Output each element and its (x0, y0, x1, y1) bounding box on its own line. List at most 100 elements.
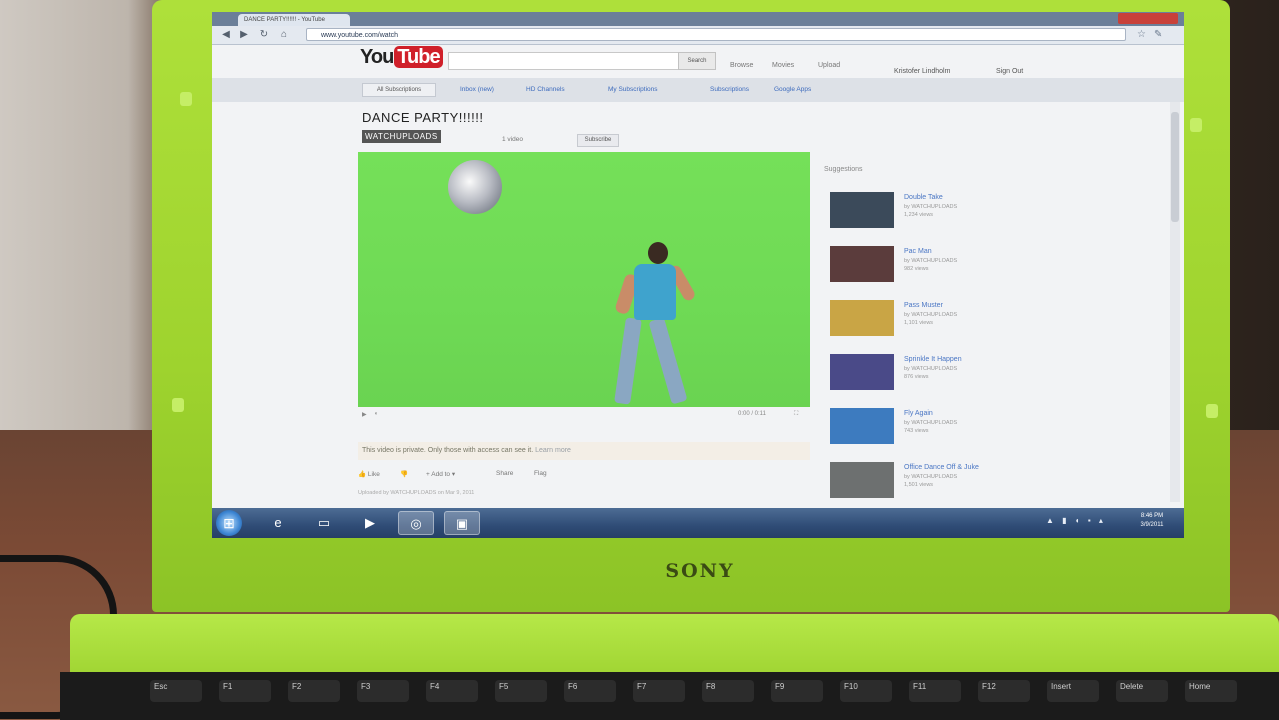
keyboard-key: F11 (909, 680, 961, 702)
taskbar-clock[interactable]: 8:46 PM 3/9/2011 (1132, 512, 1172, 530)
share-button[interactable]: Share (496, 470, 513, 477)
video-player[interactable] (358, 152, 810, 407)
user-menu[interactable]: Kristofer Lindholm (894, 68, 950, 75)
add-to-button[interactable]: + Add to ▾ (426, 470, 455, 478)
fullscreen-icon[interactable]: ⛶ (794, 411, 798, 418)
suggestion-item[interactable]: Office Dance Off & Juke by WATCHUPLOADS 1,… (830, 462, 1150, 502)
keyboard-key: F1 (219, 680, 271, 702)
internet-explorer-icon[interactable]: e (260, 511, 296, 535)
suggestion-uploader: by WATCHUPLOADS (904, 312, 958, 318)
disco-ball-image (448, 160, 502, 214)
suggestion-uploader: by WATCHUPLOADS (904, 420, 958, 426)
keyboard-key: F3 (357, 680, 409, 702)
private-notice-text: This video is private. Only those with a… (362, 447, 534, 454)
upload-link[interactable]: Upload (818, 62, 840, 69)
keyboard-key: Home (1185, 680, 1237, 702)
bezel-bump-right-lower (1206, 404, 1218, 418)
suggestion-thumbnail[interactable] (830, 462, 894, 498)
guide-item-apps[interactable]: Google Apps (774, 86, 811, 93)
suggestions-heading: Suggestions (824, 166, 863, 173)
forward-arrow-icon[interactable]: ▶ (238, 29, 250, 41)
suggestion-thumbnail[interactable] (830, 408, 894, 444)
flag-button[interactable]: Flag (534, 470, 547, 477)
learn-more-link[interactable]: Learn more (535, 447, 571, 454)
dancer-image (648, 242, 668, 264)
like-label: Like (367, 471, 380, 478)
youtube-logo[interactable]: You Tube (360, 46, 443, 69)
back-arrow-icon[interactable]: ◀ (220, 29, 232, 41)
suggestion-item[interactable]: Sprinkle It Happen by WATCHUPLOADS 876 vie… (830, 354, 1150, 394)
suggestion-title[interactable]: Pass Muster (904, 302, 943, 309)
suggestion-item[interactable]: Fly Again by WATCHUPLOADS 743 views (830, 408, 1150, 448)
laptop-screen: DANCE PARTY!!!!!! - YouTube ◀ ▶ ↻ ⌂ www.… (212, 12, 1184, 538)
browser-tab[interactable]: DANCE PARTY!!!!!! - YouTube (238, 14, 350, 26)
like-button[interactable]: 👍 Like (358, 470, 380, 478)
all-subscriptions-button[interactable]: All Subscriptions (362, 83, 436, 97)
suggestion-views: 743 views (904, 428, 929, 434)
movies-link[interactable]: Movies (772, 62, 794, 69)
suggestion-uploader: by WATCHUPLOADS (904, 366, 958, 372)
suggestion-thumbnail[interactable] (830, 300, 894, 336)
bezel-bump-left-lower (172, 398, 184, 412)
chrome-icon[interactable]: ◎ (398, 511, 434, 535)
system-tray[interactable]: ▲ ▮ ◖ ▪ ▴ (1046, 516, 1106, 525)
upload-info: Uploaded by WATCHUPLOADS on Mar 9, 2011 (358, 490, 475, 496)
keyboard-key: F5 (495, 680, 547, 702)
dancer-image (634, 264, 676, 320)
suggestion-title[interactable]: Fly Again (904, 410, 933, 417)
browse-link[interactable]: Browse (730, 62, 753, 69)
guide-item-subs[interactable]: Subscriptions (710, 86, 749, 93)
bezel-bump-right (1190, 118, 1202, 132)
uploader-name[interactable]: WATCHUPLOADS (362, 130, 441, 143)
add-to-label: Add to (431, 471, 451, 478)
reload-icon[interactable]: ↻ (258, 29, 270, 41)
suggestion-uploader: by WATCHUPLOADS (904, 204, 958, 210)
suggestion-title[interactable]: Double Take (904, 194, 943, 201)
bookmark-star-icon[interactable]: ☆ (1137, 29, 1146, 40)
remote-desktop-icon[interactable]: ▣ (444, 511, 480, 535)
clock-time: 8:46 PM (1140, 513, 1164, 519)
browser-tabstrip: DANCE PARTY!!!!!! - YouTube (212, 12, 1184, 26)
suggestion-item[interactable]: Pass Muster by WATCHUPLOADS 1,101 views (830, 300, 1150, 340)
play-icon[interactable]: ▶ (362, 411, 367, 418)
guide-item-hd[interactable]: HD Channels (526, 86, 565, 93)
address-bar[interactable]: www.youtube.com/watch (306, 28, 1126, 41)
player-controls[interactable]: ▶ ◖ 0:00 / 0:11 ⛶ (358, 409, 810, 421)
suggestion-title[interactable]: Sprinkle It Happen (904, 356, 962, 363)
keyboard-key: F9 (771, 680, 823, 702)
suggestion-title[interactable]: Office Dance Off & Juke (904, 464, 979, 471)
scrollbar-thumb[interactable] (1171, 112, 1179, 222)
suggestion-views: 982 views (904, 266, 929, 272)
laptop-brand-logo: SONY (665, 560, 735, 582)
subscribe-button[interactable]: Subscribe (577, 134, 619, 147)
dislike-icon[interactable]: 👎 (400, 470, 408, 478)
keyboard-key: Esc (150, 680, 202, 702)
suggestion-title[interactable]: Pac Man (904, 248, 932, 255)
video-count: 1 video (502, 136, 523, 143)
settings-wrench-icon[interactable]: ✎ (1154, 29, 1162, 40)
volume-icon[interactable]: ◖ (374, 411, 378, 417)
private-video-notice: This video is private. Only those with a… (358, 442, 810, 460)
window-close-button[interactable] (1118, 13, 1178, 24)
search-input[interactable] (448, 52, 680, 70)
guide-item-inbox[interactable]: Inbox (new) (460, 86, 494, 93)
suggestion-thumbnail[interactable] (830, 192, 894, 228)
home-icon[interactable]: ⌂ (278, 29, 290, 41)
suggestion-item[interactable]: Double Take by WATCHUPLOADS 1,234 views (830, 192, 1150, 232)
sign-out-link[interactable]: Sign Out (996, 68, 1023, 75)
suggestion-thumbnail[interactable] (830, 246, 894, 282)
page-scrollbar[interactable] (1170, 102, 1180, 502)
windows-taskbar: ⊞ e ▭ ▶ ◎ ▣ ▲ ▮ ◖ ▪ ▴ 8:46 PM 3/9/2011 (212, 508, 1184, 538)
keyboard-key: F6 (564, 680, 616, 702)
keyboard-key: F8 (702, 680, 754, 702)
logo-tube: Tube (394, 46, 443, 68)
windows-orb-icon[interactable]: ⊞ (216, 510, 242, 536)
suggestion-item[interactable]: Pac Man by WATCHUPLOADS 982 views (830, 246, 1150, 286)
search-button[interactable]: Search (678, 52, 716, 70)
file-explorer-icon[interactable]: ▭ (306, 511, 342, 535)
media-player-icon[interactable]: ▶ (352, 511, 388, 535)
suggestion-views: 876 views (904, 374, 929, 380)
suggestion-uploader: by WATCHUPLOADS (904, 474, 958, 480)
guide-item-my-subs[interactable]: My Subscriptions (608, 86, 658, 93)
suggestion-thumbnail[interactable] (830, 354, 894, 390)
